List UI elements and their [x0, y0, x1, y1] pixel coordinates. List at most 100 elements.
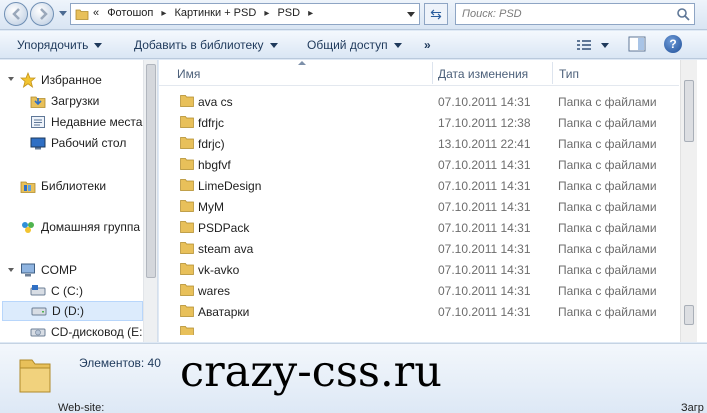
file-type: Папка с файлами — [558, 263, 657, 277]
file-row[interactable]: vk-avko 07.10.2011 14:31 Папка с файлами — [159, 260, 679, 280]
expander-icon[interactable] — [7, 75, 15, 83]
sidebar-item-drive-d[interactable]: D (D:) — [2, 301, 143, 321]
scrollbar-thumb[interactable] — [684, 80, 694, 142]
scrollbar-thumb[interactable] — [684, 305, 694, 325]
folder-icon — [180, 200, 194, 212]
chevron-right-icon[interactable]: ▸ — [308, 8, 313, 19]
folder-icon — [180, 137, 194, 149]
more-commands-button[interactable]: » — [424, 38, 431, 52]
sidebar-item-label: Недавние места — [51, 115, 143, 129]
chevron-right-icon[interactable]: ▸ — [161, 8, 166, 19]
change-view-button[interactable] — [575, 37, 615, 53]
sidebar-item-label: Избранное — [41, 73, 102, 87]
file-date: 07.10.2011 14:31 — [438, 305, 531, 319]
file-type: Папка с файлами — [558, 116, 657, 130]
file-row[interactable]: Аватарки 07.10.2011 14:31 Папка с файлам… — [159, 302, 679, 322]
chevron-down-icon — [269, 43, 278, 49]
file-date: 07.10.2011 14:31 — [438, 200, 531, 214]
file-date: 07.10.2011 14:31 — [438, 158, 531, 172]
address-row: « Фотошоп ▸ Картинки + PSD ▸ PSD ▸ ⇆ — [0, 0, 707, 30]
file-name: ava cs — [198, 95, 233, 109]
cd-drive-icon — [30, 328, 46, 337]
sidebar-item-label: Рабочий стол — [51, 136, 127, 150]
file-date: 07.10.2011 14:31 — [438, 263, 531, 277]
details-pane: Элементов: 40 crazy-css.ru — [0, 343, 707, 413]
file-name: LimeDesign — [198, 179, 262, 193]
drive-icon — [30, 285, 46, 296]
sidebar-item-label: Загрузки — [51, 94, 100, 108]
command-bar: Упорядочить Добавить в библиотеку Общий … — [0, 31, 707, 59]
organize-button[interactable]: Упорядочить — [17, 38, 103, 52]
file-name: hbgfvf — [198, 158, 231, 172]
file-row[interactable]: PSDPack 07.10.2011 14:31 Папка с файлами — [159, 218, 679, 238]
file-type: Папка с файлами — [558, 284, 657, 298]
navigation-scrollbar[interactable] — [143, 60, 157, 342]
folder-icon — [180, 284, 194, 296]
star-icon — [20, 72, 36, 88]
drive-icon — [31, 307, 47, 316]
search-input[interactable] — [462, 6, 662, 22]
file-row[interactable]: hbgfvf 07.10.2011 14:31 Папка с файлами — [159, 155, 679, 175]
file-date: 07.10.2011 14:31 — [438, 221, 531, 235]
file-name: wares — [198, 284, 231, 298]
background-window-text: Загр — [681, 402, 704, 413]
file-row[interactable]: LimeDesign 07.10.2011 14:31 Папка с файл… — [159, 176, 679, 196]
file-row[interactable]: fdfrjc 17.10.2011 12:38 Папка с файлами — [159, 113, 679, 133]
file-row[interactable]: ava cs 07.10.2011 14:31 Папка с файлами — [159, 92, 679, 112]
desktop-icon — [30, 137, 46, 150]
column-name[interactable]: Имя — [177, 67, 200, 81]
column-date[interactable]: Дата изменения — [438, 67, 528, 81]
preview-pane-icon — [628, 36, 646, 52]
preview-pane-button[interactable] — [628, 36, 646, 52]
file-row[interactable]: wares 07.10.2011 14:31 Папка с файлами — [159, 281, 679, 301]
file-list-scrollbar[interactable] — [680, 60, 697, 342]
file-row[interactable]: steam ava 07.10.2011 14:31 Папка с файла… — [159, 239, 679, 259]
folder-icon — [180, 158, 194, 170]
background-window-text: Web-site: — [58, 402, 105, 413]
chevron-right-icon[interactable]: ▸ — [264, 8, 269, 19]
file-name: steam ava — [198, 242, 254, 256]
search-box[interactable] — [455, 3, 695, 25]
recent-pages-dropdown[interactable] — [59, 11, 67, 16]
file-date: 17.10.2011 12:38 — [438, 116, 531, 130]
help-button[interactable]: ? — [664, 35, 682, 53]
sidebar-item-label: COMP — [41, 263, 77, 277]
sidebar-item-label: D (D:) — [52, 304, 84, 318]
folder-icon — [180, 305, 194, 317]
breadcrumb-item[interactable]: Фотошоп — [107, 7, 153, 19]
column-type[interactable]: Тип — [559, 67, 579, 81]
file-row[interactable]: MyM 07.10.2011 14:31 Папка с файлами — [159, 197, 679, 217]
sort-ascending-icon — [298, 61, 306, 65]
add-to-library-button[interactable]: Добавить в библиотеку — [134, 38, 278, 52]
column-divider[interactable] — [432, 62, 433, 84]
folder-icon — [180, 95, 194, 107]
navigation-pane: Избранное Загрузки Недавние места Рабочи… — [0, 60, 158, 342]
file-type: Папка с файлами — [558, 200, 657, 214]
scrollbar-thumb[interactable] — [146, 64, 156, 278]
file-date: 07.10.2011 14:31 — [438, 179, 531, 193]
breadcrumb-overflow[interactable]: « — [93, 7, 99, 19]
breadcrumb-item[interactable]: Картинки + PSD — [175, 7, 257, 19]
file-type: Папка с файлами — [558, 137, 657, 151]
libraries-icon — [20, 181, 36, 193]
address-history-dropdown[interactable] — [407, 12, 415, 17]
file-row-partial[interactable] — [159, 323, 679, 335]
file-name: MyM — [198, 200, 224, 214]
refresh-button[interactable]: ⇆ — [424, 3, 448, 25]
share-label: Общий доступ — [307, 38, 388, 52]
share-button[interactable]: Общий доступ — [307, 38, 402, 52]
homegroup-icon — [22, 222, 34, 233]
back-button[interactable] — [4, 2, 28, 26]
folder-icon — [180, 242, 194, 254]
file-name: PSDPack — [198, 221, 250, 235]
folder-icon — [180, 179, 194, 191]
file-type: Папка с файлами — [558, 95, 657, 109]
breadcrumb-item[interactable]: PSD — [277, 7, 300, 19]
file-row[interactable]: fdrjc) 13.10.2011 22:41 Папка с файлами — [159, 134, 679, 154]
forward-button[interactable] — [30, 2, 54, 26]
search-icon[interactable] — [676, 7, 690, 21]
column-divider[interactable] — [552, 62, 553, 84]
expander-icon[interactable] — [7, 266, 15, 274]
address-bar[interactable]: « Фотошоп ▸ Картинки + PSD ▸ PSD ▸ — [70, 3, 420, 25]
file-type: Папка с файлами — [558, 179, 657, 193]
